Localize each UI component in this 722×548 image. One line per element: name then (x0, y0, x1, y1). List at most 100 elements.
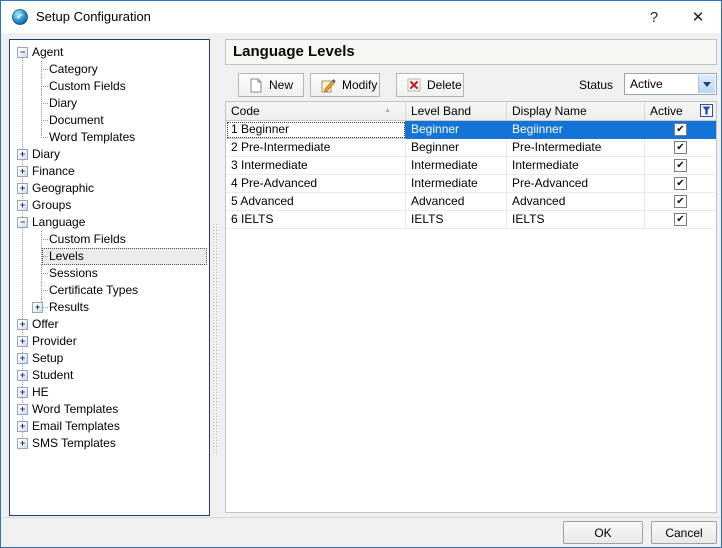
expand-icon[interactable]: + (17, 183, 28, 194)
ok-button[interactable]: OK (563, 521, 643, 544)
tree-item-word-templates[interactable]: +Word Templates (10, 401, 209, 418)
expand-icon[interactable]: + (17, 387, 28, 398)
tree-item-he[interactable]: +HE (10, 384, 209, 401)
tree-item-label: SMS Templates (32, 436, 116, 450)
expand-icon[interactable]: + (17, 319, 28, 330)
help-icon[interactable]: ? (637, 2, 671, 32)
cancel-button[interactable]: Cancel (651, 521, 717, 544)
table-row[interactable]: 5 AdvancedAdvancedAdvanced✔ (226, 193, 716, 211)
cell-display-name[interactable]: IELTS (507, 211, 645, 229)
cell-level-band[interactable]: Intermediate (406, 175, 507, 193)
cell-display-name[interactable]: Begiinner (507, 121, 645, 139)
new-button[interactable]: New (238, 73, 304, 97)
cell-level-band[interactable]: Intermediate (406, 157, 507, 175)
active-checkbox[interactable]: ✔ (674, 177, 687, 190)
table-row[interactable]: 3 IntermediateIntermediateIntermediate✔ (226, 157, 716, 175)
tree-item-geographic[interactable]: +Geographic (10, 180, 209, 197)
tree-item-word-templates[interactable]: Word Templates (10, 129, 209, 146)
active-checkbox[interactable]: ✔ (674, 159, 687, 172)
tree-item-certificate-types[interactable]: Certificate Types (10, 282, 209, 299)
tree-item-provider[interactable]: +Provider (10, 333, 209, 350)
tree-item-setup[interactable]: +Setup (10, 350, 209, 367)
panel-splitter[interactable] (212, 223, 217, 453)
tree-item-document[interactable]: Document (10, 112, 209, 129)
tree-item-offer[interactable]: +Offer (10, 316, 209, 333)
tree-item-finance[interactable]: +Finance (10, 163, 209, 180)
tree-item-label: Levels (49, 249, 84, 263)
tree-item-sms-templates[interactable]: + SMS Templates (10, 435, 209, 452)
footer-divider (2, 517, 721, 518)
cell-active[interactable]: ✔ (645, 157, 716, 175)
column-header-level-band[interactable]: Level Band (406, 102, 507, 120)
tree-item-email-templates[interactable]: +Email Templates (10, 418, 209, 435)
column-header-code[interactable]: Code ▲ (226, 102, 406, 120)
tree-item-results[interactable]: +Results (10, 299, 209, 316)
table-row[interactable]: 1 BeginnerBeginnerBegiinner ✔ (226, 121, 716, 139)
cell-code[interactable]: 4 Pre-Advanced (226, 175, 406, 193)
cell-level-band[interactable]: Advanced (406, 193, 507, 211)
tree-item-agent[interactable]: −Agent (10, 44, 209, 61)
expand-icon[interactable]: + (17, 166, 28, 177)
expand-icon[interactable]: + (17, 370, 28, 381)
tree-item-diary[interactable]: Diary (10, 95, 209, 112)
expand-icon[interactable]: + (17, 353, 28, 364)
new-button-label: New (269, 78, 293, 92)
sort-ascending-icon: ▲ (384, 107, 391, 114)
tree-item-diary[interactable]: +Diary (10, 146, 209, 163)
cell-level-band[interactable]: IELTS (406, 211, 507, 229)
cell-level-band[interactable]: Beginner (406, 139, 507, 157)
cell-active[interactable]: ✔ (645, 139, 716, 157)
setup-configuration-dialog: Setup Configuration ? ✕ −AgentCategoryCu… (0, 0, 722, 548)
new-page-icon (249, 78, 263, 93)
collapse-icon[interactable]: − (17, 47, 28, 58)
expand-icon[interactable]: + (32, 302, 43, 313)
cell-code[interactable]: 2 Pre-Intermediate (226, 139, 406, 157)
table-row[interactable]: 6 IELTSIELTSIELTS✔ (226, 211, 716, 229)
collapse-icon[interactable]: − (17, 217, 28, 228)
expand-icon[interactable]: + (17, 438, 28, 449)
active-checkbox[interactable]: ✔ (674, 213, 687, 226)
cell-active[interactable]: ✔ (645, 175, 716, 193)
status-dropdown-button[interactable] (698, 75, 715, 93)
delete-button[interactable]: Delete (396, 73, 464, 97)
expand-icon[interactable]: + (17, 149, 28, 160)
cell-code[interactable]: 5 Advanced (226, 193, 406, 211)
modify-button[interactable]: Modify (310, 73, 380, 97)
cell-level-band[interactable]: Beginner (406, 121, 507, 139)
active-checkbox[interactable]: ✔ (674, 195, 687, 208)
table-row[interactable]: 2 Pre-IntermediateBeginnerPre-Intermedia… (226, 139, 716, 157)
cell-display-name[interactable]: Intermediate (507, 157, 645, 175)
window-title: Setup Configuration (36, 9, 151, 24)
active-checkbox[interactable]: ✔ (674, 123, 687, 136)
cell-code[interactable]: 3 Intermediate (226, 157, 406, 175)
tree-item-levels[interactable]: Levels (10, 248, 209, 265)
tree-item-custom-fields[interactable]: Custom Fields (10, 231, 209, 248)
expand-icon[interactable]: + (17, 421, 28, 432)
column-header-display-name[interactable]: Display Name (507, 102, 645, 120)
tree-item-label: Student (32, 368, 73, 382)
table-row[interactable]: 4 Pre-AdvancedIntermediatePre-Advanced ✔ (226, 175, 716, 193)
filter-funnel-icon[interactable] (700, 104, 713, 117)
column-header-label: Level Band (411, 104, 471, 118)
cell-display-name[interactable]: Pre-Intermediate (507, 139, 645, 157)
tree-item-language[interactable]: −Language (10, 214, 209, 231)
tree-item-groups[interactable]: +Groups (10, 197, 209, 214)
active-checkbox[interactable]: ✔ (674, 141, 687, 154)
cell-active[interactable]: ✔ (645, 193, 716, 211)
cell-code[interactable]: 1 Beginner (226, 121, 406, 139)
tree-item-custom-fields[interactable]: Custom Fields (10, 78, 209, 95)
cell-display-name[interactable]: Advanced (507, 193, 645, 211)
cell-display-name[interactable]: Pre-Advanced (507, 175, 645, 193)
expand-icon[interactable]: + (17, 200, 28, 211)
close-icon[interactable]: ✕ (678, 2, 718, 32)
expand-icon[interactable]: + (17, 404, 28, 415)
cell-active[interactable]: ✔ (645, 211, 716, 229)
status-dropdown[interactable]: Active (624, 73, 717, 95)
expand-icon[interactable]: + (17, 336, 28, 347)
cell-active[interactable]: ✔ (645, 121, 716, 139)
tree-item-category[interactable]: Category (10, 61, 209, 78)
tree-item-sessions[interactable]: Sessions (10, 265, 209, 282)
tree-item-student[interactable]: + Student (10, 367, 209, 384)
table-header-row: Code ▲ Level Band Display Name Active (226, 102, 716, 121)
cell-code[interactable]: 6 IELTS (226, 211, 406, 229)
